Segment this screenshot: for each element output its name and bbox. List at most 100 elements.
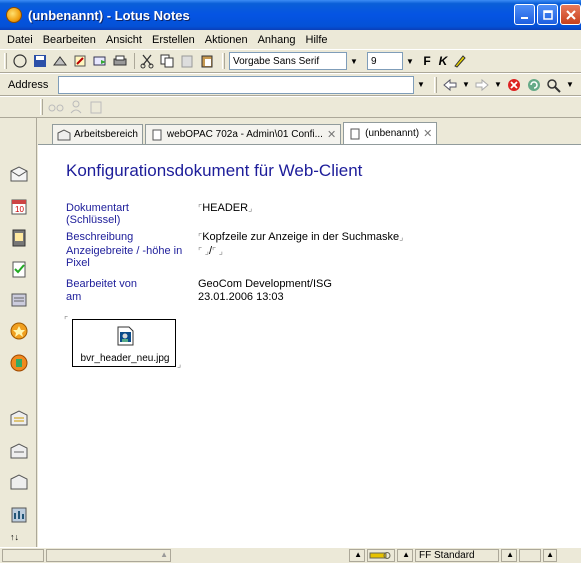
image-file-icon [117,326,134,346]
minimize-button[interactable] [514,4,535,25]
field-am: 23.01.2006 13:03 [198,291,284,303]
databases-bookmark-icon[interactable] [9,353,29,373]
back-dropdown-icon[interactable]: ▼ [461,76,471,94]
paragraph-style-field[interactable]: FF Standard [415,549,499,562]
cut-icon[interactable] [138,52,156,70]
field-label-dokumentart: Dokumentart (Schlüssel) [66,202,129,226]
tab-label: webOPAC 702a - Admin\01 Confi... [166,129,323,140]
bookmark-folder-3-icon[interactable] [9,473,29,493]
edit-icon[interactable] [71,52,89,70]
status-bar: ▲ ▲ ▲ FF Standard ▲ ▲ [0,547,581,563]
people-icon[interactable] [67,98,85,116]
highlighter-icon[interactable] [451,52,469,70]
tab-arbeitsbereich[interactable]: Arbeitsbereich [52,124,143,144]
document-title: Konfigurationsdokument für Web-Client [66,161,363,180]
field-label-beschreibung: Beschreibung [66,231,134,243]
menu-anhang[interactable]: Anhang [255,34,299,46]
menu-datei[interactable]: Datei [4,34,36,46]
replicator-bookmark-icon[interactable] [9,290,29,310]
inbox-status-icon[interactable] [519,549,541,562]
field-bearbeitet-von: GeoCom Development/ISG [198,278,332,290]
address-dropdown-icon[interactable]: ▼ [414,76,428,94]
location-status-icon[interactable] [367,549,395,562]
address-input[interactable] [58,75,414,94]
status-message-field[interactable]: ▲ [46,549,171,562]
open-list-icon[interactable] [11,52,29,70]
close-button[interactable] [560,4,581,25]
forward-nav-icon[interactable] [473,76,491,94]
formatting-toolbar: Vorgabe Sans Serif ▼ 9 ▼ F K [0,49,581,73]
close-tab-icon[interactable]: ✕ [423,127,432,140]
tab-webopac[interactable]: webOPAC 702a - Admin\01 Confi... ✕ [144,124,342,144]
document-icon [350,128,360,139]
field-label-anzeigebreite: Anzeigebreite / -höhe in Pixel [66,245,183,269]
svg-text:10: 10 [15,205,24,214]
inbox-dropdown[interactable]: ▲ [543,549,557,562]
field-label-bearbeitet-von: Bearbeitet von [66,278,137,290]
font-size-dropdown-icon[interactable]: ▼ [403,52,417,70]
paragraph-style-dropdown[interactable]: ▲ [501,549,517,562]
menu-aktionen[interactable]: Aktionen [202,34,251,46]
favorites-bookmark-icon[interactable] [9,321,29,341]
field-label-am: am [66,291,82,303]
search-icon[interactable] [545,76,563,94]
bold-button[interactable]: F [419,54,435,68]
stop-icon[interactable] [505,76,523,94]
save-icon[interactable] [31,52,49,70]
new-memo-icon[interactable] [51,52,69,70]
menu-hilfe[interactable]: Hilfe [303,34,331,46]
field-dokumentart[interactable]: ⌜HEADER⌟ [198,202,252,214]
lotus-notes-app-icon[interactable] [6,7,22,23]
menu-erstellen[interactable]: Erstellen [149,34,198,46]
close-tab-icon[interactable]: ✕ [327,128,336,141]
forward-dropdown-icon[interactable]: ▼ [493,76,503,94]
document-icon [152,129,162,140]
bookmark-scroll-arrows-icon[interactable]: ↑↓ [10,532,19,542]
workspace-icon [57,128,71,140]
menu-bearbeiten[interactable]: Bearbeiten [40,34,99,46]
glasses-icon[interactable] [47,98,65,116]
print-icon[interactable] [111,52,129,70]
calendar-bookmark-icon[interactable]: 10 [9,197,29,217]
bookmark-folder-1-icon[interactable] [9,409,29,429]
toolbar-grip[interactable] [4,53,7,69]
todo-bookmark-icon[interactable] [9,259,29,279]
address-book-bookmark-icon[interactable] [9,228,29,248]
title-bar: (unbenannt) - Lotus Notes [0,0,581,30]
italic-button[interactable]: K [435,54,451,68]
location-dropdown[interactable]: ▲ [397,549,413,562]
address-label: Address [8,78,49,91]
font-size-select[interactable]: 9 [367,52,403,70]
paste-disabled-icon[interactable] [178,52,196,70]
field-beschreibung[interactable]: ⌜Kopfzeile zur Anzeige in der Suchmaske⌟ [198,231,403,243]
maximize-button[interactable] [537,4,558,25]
menu-bar: Datei Bearbeiten Ansicht Erstellen Aktio… [0,30,581,49]
status-field-1[interactable] [2,549,44,562]
attachment-filename: bvr_header_neu.jpg [80,353,170,364]
search-dropdown-icon[interactable]: ▼ [565,76,575,94]
address-toolbar: Address ▼ ▼ ▼ ▼ [0,73,581,96]
back-icon[interactable] [441,76,459,94]
calendar-icon[interactable] [87,98,105,116]
forward-icon[interactable] [91,52,109,70]
field-anzeigebreite-hoehe[interactable]: ⌜ ⌟/⌜ ⌟ [198,245,223,257]
tab-unbenannt[interactable]: (unbenannt) ✕ [343,122,438,144]
refresh-icon[interactable] [525,76,543,94]
mail-bookmark-icon[interactable] [9,165,29,185]
tab-label: Arbeitsbereich [74,129,138,140]
copy-icon[interactable] [158,52,176,70]
paste-icon[interactable] [198,52,216,70]
font-size-value: 9 [371,55,377,67]
bookmark-bar: 10 ↑↓ [0,118,37,547]
font-name-dropdown-icon[interactable]: ▼ [347,52,361,70]
status-arrow-up[interactable]: ▲ [349,549,365,562]
secondary-toolbar [0,96,581,118]
bookmark-folder-4-icon[interactable] [9,505,29,525]
font-name-value: Vorgabe Sans Serif [233,55,320,67]
font-name-select[interactable]: Vorgabe Sans Serif [229,52,347,70]
attachment[interactable]: bvr_header_neu.jpg [72,319,176,367]
tab-label: (unbenannt) [365,128,420,139]
menu-ansicht[interactable]: Ansicht [103,34,145,46]
window-title: (unbenannt) - Lotus Notes [28,7,190,23]
bookmark-folder-2-icon[interactable] [9,442,29,462]
